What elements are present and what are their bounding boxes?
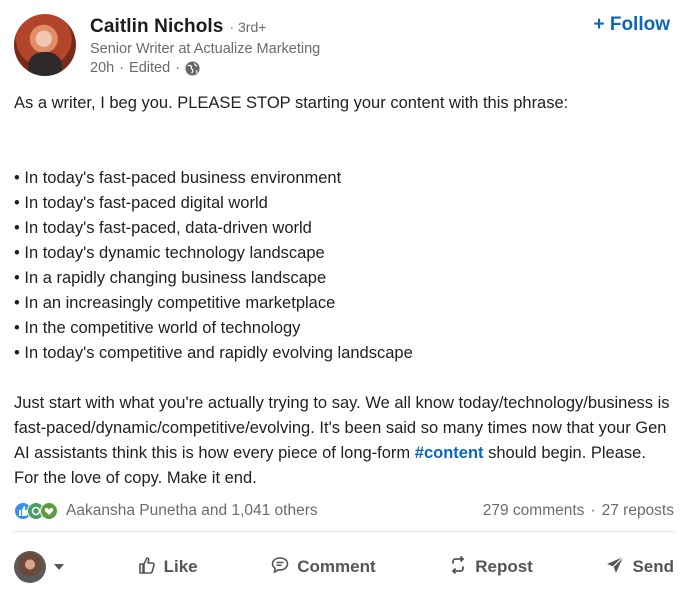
connection-degree: · 3rd+ — [229, 19, 267, 35]
list-item: • In today's fast-paced, data-driven wor… — [14, 219, 312, 237]
comment-label: Comment — [297, 557, 376, 576]
post-meta: 20h · Edited · — [90, 60, 200, 76]
divider — [14, 531, 674, 532]
list-item: • In an increasingly competitive marketp… — [14, 294, 336, 312]
post-body: As a writer, I beg you. PLEASE STOP star… — [14, 91, 674, 491]
post-time: 20h — [90, 60, 115, 76]
counts-separator: · — [590, 502, 596, 519]
reaction-actor-selector[interactable] — [14, 551, 64, 583]
list-item: • In today's dynamic technology landscap… — [14, 244, 325, 262]
reaction-icons — [14, 502, 60, 520]
author-name[interactable]: Caitlin Nichols — [90, 16, 223, 38]
repost-icon — [448, 555, 468, 580]
send-button[interactable]: Send — [605, 555, 674, 580]
social-counts: Aakansha Punetha and 1,041 others 279 co… — [14, 498, 674, 524]
list-item: • In the competitive world of technology — [14, 319, 301, 337]
follow-button[interactable]: + Follow — [593, 14, 670, 36]
post-intro: As a writer, I beg you. PLEASE STOP star… — [14, 94, 569, 112]
actor-avatar — [14, 551, 46, 583]
engagement-counts: 279 comments · 27 reposts — [483, 502, 674, 520]
meta-separator: · — [119, 60, 125, 76]
reactors-text: Aakansha Punetha and 1,041 others — [66, 502, 318, 519]
phrase-list: • In today's fast-paced business environ… — [14, 166, 674, 366]
action-bar: Like Comment Repost Send — [14, 545, 674, 589]
comment-icon — [270, 555, 290, 580]
comments-count[interactable]: 279 comments — [483, 502, 585, 520]
edited-label: Edited — [129, 60, 171, 76]
support-reaction-icon — [40, 502, 58, 520]
post-outro: Just start with what you're actually try… — [14, 391, 674, 491]
hashtag-link[interactable]: #content — [415, 444, 484, 462]
like-label: Like — [163, 557, 198, 576]
reposts-count[interactable]: 27 reposts — [602, 502, 674, 520]
author-headline: Senior Writer at Actualize Marketing — [90, 41, 321, 57]
thumbs-up-icon — [137, 555, 157, 580]
repost-label: Repost — [475, 557, 533, 576]
comment-button[interactable]: Comment — [270, 555, 376, 580]
globe-icon — [185, 60, 200, 76]
list-item: • In today's fast-paced business environ… — [14, 169, 342, 187]
meta-separator: · — [175, 60, 181, 76]
caret-down-icon — [54, 564, 64, 570]
repost-button[interactable]: Repost — [448, 555, 533, 580]
like-button[interactable]: Like — [137, 555, 198, 580]
author-avatar[interactable] — [14, 14, 76, 76]
send-icon — [605, 555, 625, 580]
reactions-summary[interactable]: Aakansha Punetha and 1,041 others — [14, 502, 318, 520]
post-header: Caitlin Nichols · 3rd+ Senior Writer at … — [14, 14, 674, 80]
author-name-row: Caitlin Nichols · 3rd+ — [90, 16, 266, 38]
list-item: • In a rapidly changing business landsca… — [14, 269, 327, 287]
send-label: Send — [632, 557, 674, 576]
list-item: • In today's competitive and rapidly evo… — [14, 344, 413, 362]
list-item: • In today's fast-paced digital world — [14, 194, 268, 212]
